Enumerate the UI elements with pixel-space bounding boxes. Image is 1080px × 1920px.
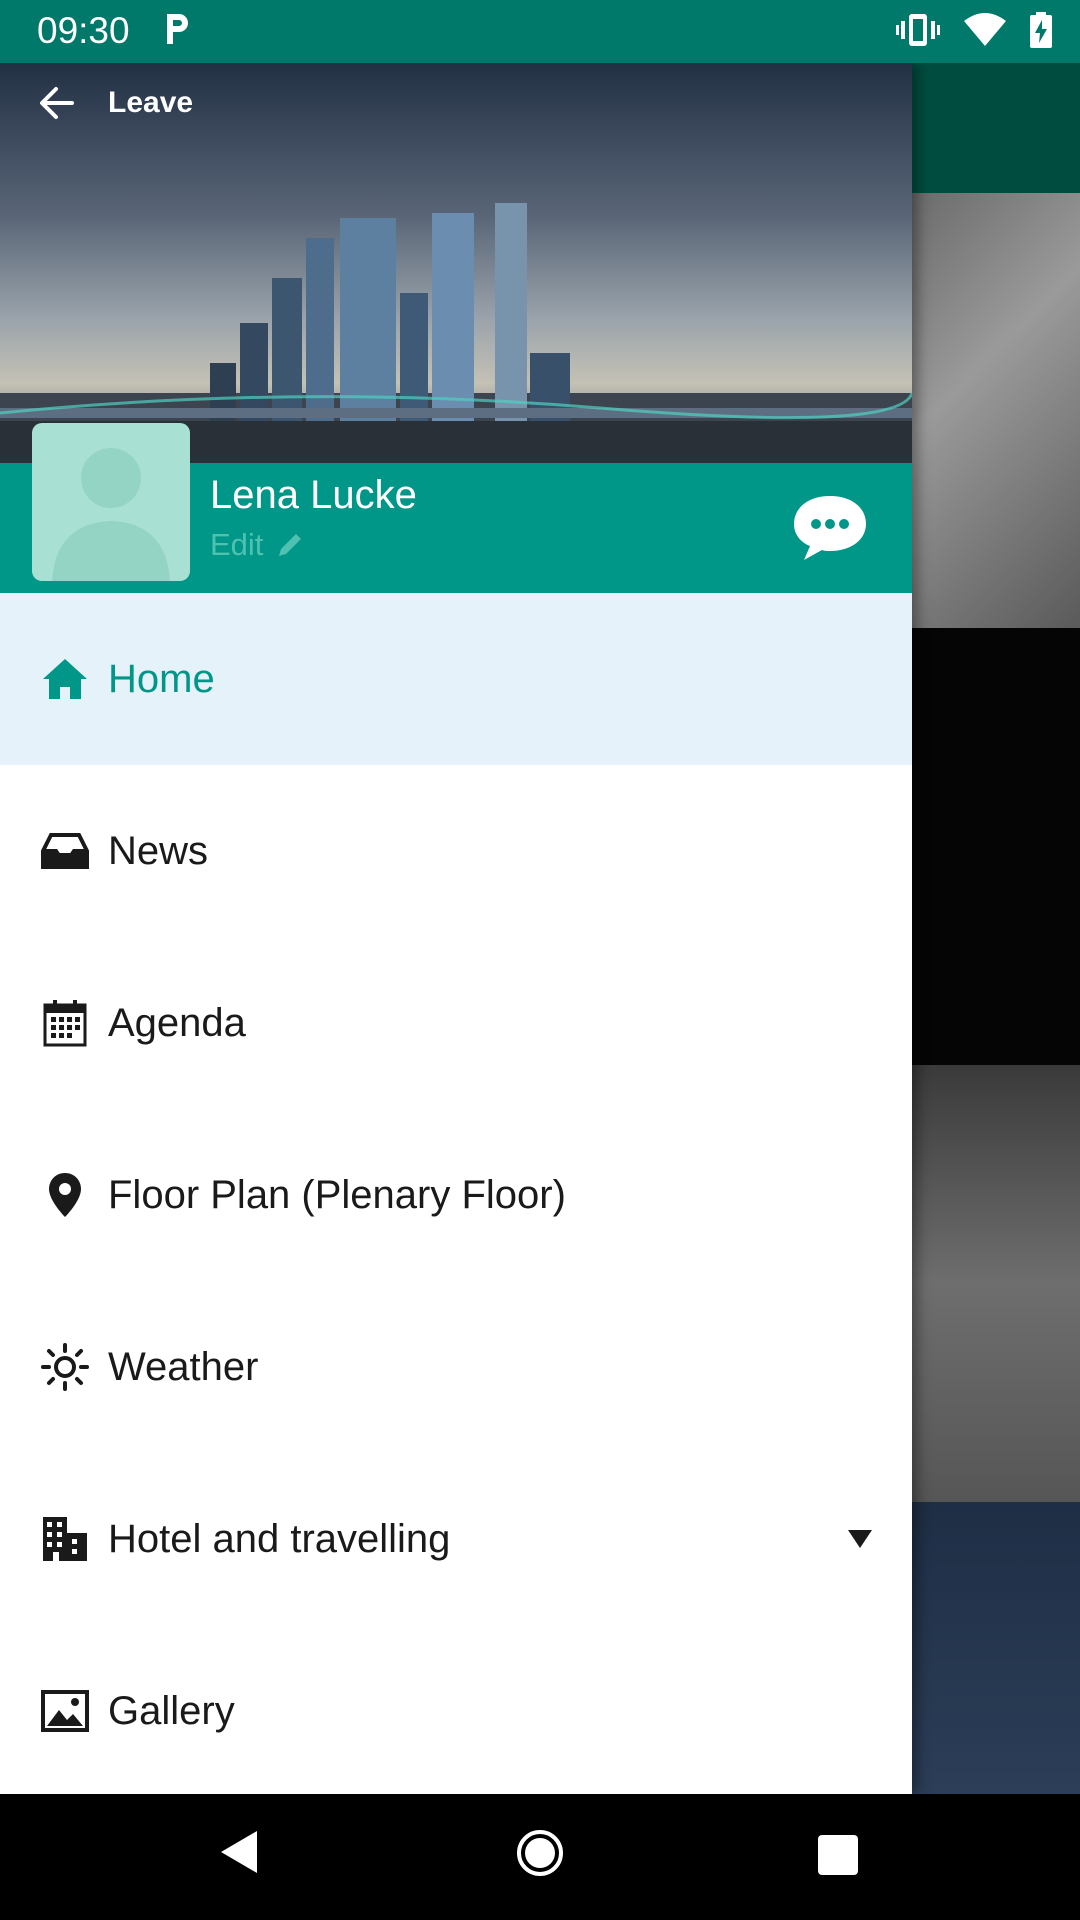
- background-tile: [912, 193, 1080, 628]
- edit-label: Edit: [210, 527, 264, 562]
- map-pin-icon: [40, 1170, 90, 1220]
- background-tile: [912, 1065, 1080, 1502]
- header-cityscape-image: Leave: [0, 63, 912, 463]
- status-time: 09:30: [37, 10, 130, 51]
- person-placeholder-icon: [52, 448, 170, 581]
- menu-label: Weather: [108, 1344, 259, 1389]
- back-arrow-icon: [40, 87, 74, 119]
- calendar-icon: [40, 998, 90, 1048]
- parking-icon: [167, 14, 188, 44]
- avatar[interactable]: [32, 423, 190, 581]
- wifi-icon: [964, 13, 1006, 46]
- expand-arrow-icon[interactable]: [848, 1530, 872, 1548]
- home-icon: [40, 654, 90, 704]
- menu-label: Floor Plan (Plenary Floor): [108, 1172, 566, 1217]
- menu-label: Hotel and travelling: [108, 1516, 451, 1561]
- menu-label: Gallery: [108, 1688, 235, 1733]
- background-toolbar: [912, 63, 1080, 193]
- inbox-icon: [40, 826, 90, 876]
- recent-apps-icon[interactable]: [818, 1835, 858, 1875]
- back-triangle-icon[interactable]: [217, 1827, 261, 1877]
- user-name: Lena Lucke: [210, 473, 417, 517]
- edit-profile-button[interactable]: Edit: [210, 527, 305, 563]
- leave-button[interactable]: Leave: [36, 83, 193, 123]
- drawer-menu: Home News Agenda Floor Plan (Plenary Flo…: [0, 593, 912, 1794]
- chat-icon[interactable]: [790, 488, 870, 568]
- background-content: [912, 63, 1080, 1794]
- background-tile: [912, 1502, 1080, 1794]
- menu-item-weather[interactable]: Weather: [0, 1281, 912, 1453]
- background-tile: [912, 628, 1080, 1065]
- menu-item-hotel-and-travelling[interactable]: Hotel and travelling: [0, 1453, 912, 1625]
- sun-icon: [40, 1342, 90, 1392]
- home-circle-icon[interactable]: [516, 1829, 564, 1877]
- menu-item-home[interactable]: Home: [0, 593, 912, 765]
- menu-label: Home: [108, 656, 215, 701]
- menu-item-news[interactable]: News: [0, 765, 912, 937]
- battery-charging-icon: [1030, 12, 1052, 48]
- navigation-drawer: Leave Lena Lucke Edit Home News Agenda F…: [0, 63, 912, 1794]
- skyline-illustration: [0, 203, 912, 463]
- pencil-icon: [279, 534, 302, 556]
- status-bar: 09:30: [0, 0, 1080, 63]
- image-icon: [40, 1686, 90, 1736]
- buildings-icon: [40, 1514, 90, 1564]
- menu-item-agenda[interactable]: Agenda: [0, 937, 912, 1109]
- vibrate-icon: [896, 14, 940, 46]
- system-navigation-bar: [0, 1794, 1080, 1920]
- menu-item-gallery[interactable]: Gallery: [0, 1625, 912, 1794]
- leave-label: Leave: [108, 86, 194, 119]
- menu-item-floor-plan[interactable]: Floor Plan (Plenary Floor): [0, 1109, 912, 1281]
- menu-label: News: [108, 828, 209, 873]
- menu-label: Agenda: [108, 1000, 246, 1045]
